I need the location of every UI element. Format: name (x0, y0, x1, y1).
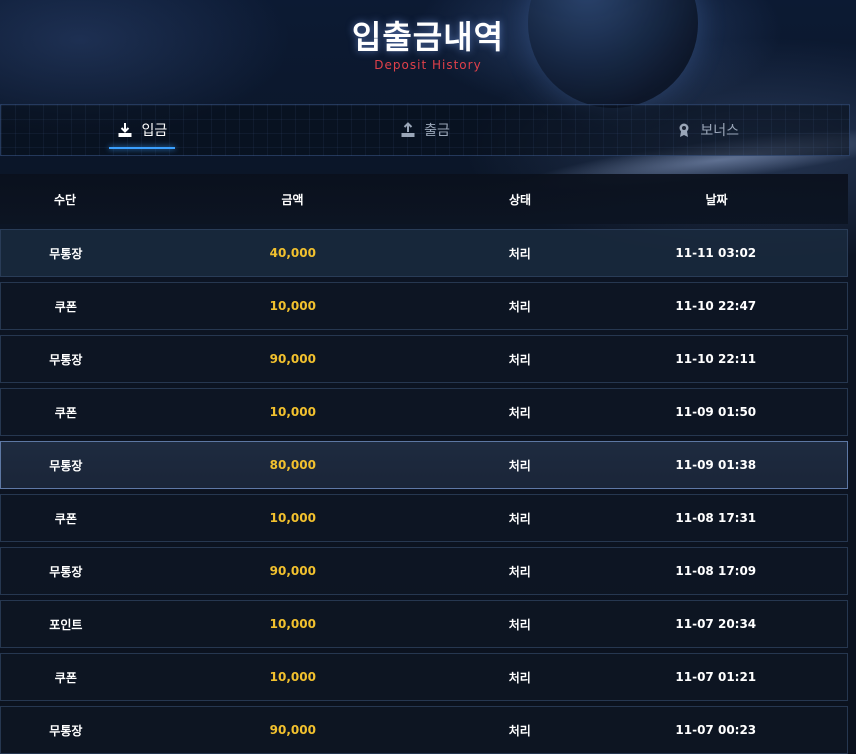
row-amount: 90,000 (269, 723, 316, 737)
row-date: 11-08 17:31 (675, 511, 757, 525)
row-amount: 90,000 (269, 352, 316, 366)
row-status: 처리 (508, 617, 531, 632)
row-amount: 10,000 (269, 670, 316, 684)
tab-withdraw-inner: 출금 (396, 114, 454, 146)
row-date: 11-11 03:02 (675, 246, 757, 260)
row-method: 쿠폰 (54, 670, 77, 685)
row-method: 무통장 (49, 564, 83, 579)
table-row[interactable]: 무통장 40,000 처리 11-11 03:02 (0, 229, 848, 277)
row-status: 처리 (508, 564, 531, 579)
column-header-amount: 금액 (281, 192, 304, 207)
row-date: 11-09 01:50 (675, 405, 757, 419)
row-status: 처리 (508, 352, 531, 367)
row-amount: 90,000 (269, 564, 316, 578)
table-row[interactable]: 쿠폰 10,000 처리 11-07 01:21 (0, 653, 848, 701)
row-method: 무통장 (49, 246, 83, 261)
award-icon (679, 123, 689, 137)
row-date: 11-07 00:23 (675, 723, 757, 737)
table-row[interactable]: 무통장 90,000 처리 11-08 17:09 (0, 547, 848, 595)
column-header-status: 상태 (508, 192, 532, 207)
row-amount: 40,000 (269, 246, 316, 260)
column-header-method: 수단 (53, 192, 77, 207)
history-tabs: 입금 출금 보너스 (0, 104, 850, 156)
table-row[interactable]: 무통장 90,000 처리 11-10 22:11 (0, 335, 848, 383)
row-method: 무통장 (49, 352, 83, 367)
row-status: 처리 (508, 670, 531, 685)
table-row[interactable]: 무통장 80,000 처리 11-09 01:38 (0, 441, 848, 489)
row-status: 처리 (508, 723, 531, 738)
column-header-date: 날짜 (705, 192, 728, 207)
table-header: 수단 금액 상태 날짜 (0, 174, 848, 224)
row-status: 처리 (508, 299, 531, 314)
download-icon (118, 123, 132, 137)
row-date: 11-10 22:11 (675, 352, 757, 366)
row-method: 무통장 (49, 458, 83, 473)
deposit-history-table: 수단 금액 상태 날짜 무통장 40,000 처리 11-11 03:02 쿠폰… (0, 174, 848, 754)
page-title: 입출금내역 (351, 18, 505, 56)
table-row[interactable]: 포인트 10,000 처리 11-07 20:34 (0, 600, 848, 648)
row-method: 쿠폰 (54, 405, 77, 420)
row-date: 11-07 01:21 (675, 670, 757, 684)
row-method: 쿠폰 (54, 299, 77, 314)
row-status: 처리 (508, 405, 531, 420)
tab-deposit-inner: 입금 (109, 114, 175, 149)
row-amount: 10,000 (269, 299, 316, 313)
table-row[interactable]: 무통장 90,000 처리 11-07 00:23 (0, 706, 848, 754)
table-row[interactable]: 쿠폰 10,000 처리 11-08 17:31 (0, 494, 848, 542)
row-status: 처리 (508, 511, 531, 526)
row-status: 처리 (508, 458, 531, 473)
row-method: 포인트 (49, 617, 83, 632)
row-amount: 80,000 (269, 458, 316, 472)
tab-bonus-inner: 보너스 (672, 114, 743, 146)
row-date: 11-08 17:09 (675, 564, 757, 578)
row-amount: 10,000 (269, 511, 316, 525)
tab-withdraw[interactable]: 출금 (284, 105, 567, 155)
tab-bonus[interactable]: 보너스 (566, 105, 849, 155)
row-date: 11-09 01:38 (675, 458, 757, 472)
tab-withdraw-label: 출금 (424, 123, 450, 139)
row-amount: 10,000 (269, 405, 316, 419)
row-amount: 10,000 (269, 617, 316, 631)
row-method: 쿠폰 (54, 511, 77, 526)
table-row[interactable]: 쿠폰 10,000 처리 11-09 01:50 (0, 388, 848, 436)
row-date: 11-07 20:34 (675, 617, 757, 631)
tab-deposit[interactable]: 입금 (1, 105, 284, 155)
row-method: 무통장 (49, 723, 83, 738)
tab-bonus-label: 보너스 (700, 123, 739, 139)
page-subtitle: Deposit History (374, 58, 482, 72)
row-date: 11-10 22:47 (675, 299, 757, 313)
upload-icon (401, 122, 415, 137)
row-status: 처리 (508, 246, 531, 261)
table-row[interactable]: 쿠폰 10,000 처리 11-10 22:47 (0, 282, 848, 330)
tab-deposit-label: 입금 (141, 123, 168, 139)
